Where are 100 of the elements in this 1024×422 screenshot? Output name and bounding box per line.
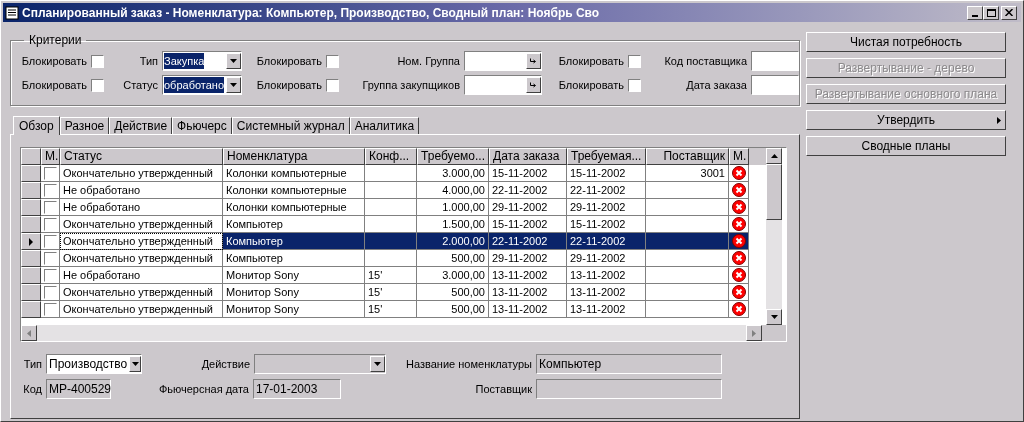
- field-label: Поставщик: [475, 381, 532, 397]
- row-header[interactable]: [21, 267, 41, 284]
- window-title: Спланированный заказ - Номенклатура: Компьютер, Производство, Сводный план: Ноябрь Сво: [22, 4, 601, 22]
- minimize-button[interactable]: [967, 5, 983, 20]
- checkbox[interactable]: [91, 54, 104, 68]
- table-cell: [365, 250, 417, 267]
- scroll-left-icon: [27, 329, 31, 337]
- field-label: Тип: [23, 356, 42, 372]
- scroll-thumb[interactable]: [766, 164, 782, 220]
- table-cell: Окончательно утвержденный: [60, 233, 223, 250]
- table-cell: Колонки компьютерные: [223, 199, 365, 216]
- checkbox[interactable]: [326, 78, 339, 92]
- table-cell: [365, 182, 417, 199]
- close-button[interactable]: [1001, 5, 1017, 20]
- table-cell: 29-11-2002: [489, 199, 567, 216]
- tab[interactable]: Аналитика: [349, 117, 420, 134]
- column-header[interactable]: Дата заказа: [489, 148, 567, 165]
- table-cell: 15-11-2002: [489, 165, 567, 182]
- column-header[interactable]: M.: [729, 148, 749, 165]
- input-field: Компьютер: [536, 354, 722, 374]
- dropdown-field[interactable]: обработано: [162, 75, 242, 95]
- table-cell: 29-11-2002: [489, 250, 567, 267]
- scroll-up-icon: [770, 154, 778, 158]
- table-cell: Компьютер: [223, 250, 365, 267]
- tab[interactable]: Фьючерс: [172, 117, 232, 134]
- column-header[interactable]: Требуемая...: [567, 148, 646, 165]
- tab[interactable]: Разное: [59, 117, 110, 134]
- input-field[interactable]: [751, 75, 799, 95]
- scroll-down-icon: [770, 315, 778, 319]
- lookup-button[interactable]: [526, 53, 541, 69]
- dropdown-button[interactable]: [129, 356, 141, 372]
- caret-icon: [230, 83, 237, 87]
- lookup-button[interactable]: [526, 77, 541, 93]
- close-icon: [1005, 9, 1013, 16]
- scroll-right-icon: [752, 329, 756, 337]
- action-button[interactable]: Утвердить: [806, 110, 1006, 130]
- field-label: Тип: [139, 53, 158, 69]
- dropdown-button[interactable]: [370, 356, 385, 372]
- table-cell: Монитор Sony: [223, 301, 365, 318]
- input-field[interactable]: [751, 51, 799, 71]
- vertical-scrollbar[interactable]: [766, 148, 782, 325]
- dropdown-field[interactable]: Закупка: [162, 51, 242, 71]
- field-label: Блокировать: [256, 77, 322, 93]
- row-header[interactable]: [21, 199, 41, 216]
- checkbox[interactable]: [326, 54, 339, 68]
- column-header[interactable]: Номенклатура: [223, 148, 365, 165]
- row-header[interactable]: [21, 165, 41, 182]
- action-button[interactable]: Сводные планы: [806, 136, 1006, 156]
- column-header[interactable]: Статус: [60, 148, 223, 165]
- input-field: 17-01-2003: [253, 379, 341, 399]
- table-cell: Окончательно утвержденный: [60, 301, 223, 318]
- field-label: Блокировать: [558, 77, 624, 93]
- dropdown-field[interactable]: [254, 354, 386, 374]
- tab[interactable]: Обзор: [13, 116, 60, 135]
- table-cell: 4.000,00: [417, 182, 489, 199]
- checkbox[interactable]: [628, 54, 641, 68]
- row-header[interactable]: [21, 284, 41, 301]
- dropdown-field[interactable]: Производство: [46, 354, 142, 374]
- column-header[interactable]: M.: [41, 148, 60, 165]
- row-header[interactable]: [21, 301, 41, 318]
- table-cell: 13-11-2002: [489, 284, 567, 301]
- field-label: Фьючерсная дата: [158, 381, 249, 397]
- row-header[interactable]: [21, 216, 41, 233]
- column-header[interactable]: Конф...: [365, 148, 417, 165]
- table-cell: 29-11-2002: [567, 250, 646, 267]
- tab[interactable]: Действие: [109, 117, 173, 134]
- table-cell: 22-11-2002: [489, 233, 567, 250]
- horizontal-scrollbar[interactable]: [21, 325, 762, 341]
- row-header[interactable]: [21, 182, 41, 199]
- submenu-arrow-icon: [997, 116, 1001, 124]
- field-label: Ном. Группа: [397, 53, 460, 69]
- dropdown-button[interactable]: [226, 77, 241, 93]
- group-title: Критерии: [28, 32, 83, 49]
- row-header[interactable]: [21, 250, 41, 267]
- tab[interactable]: Системный журнал: [231, 117, 350, 134]
- table-cell: 13-11-2002: [567, 284, 646, 301]
- action-button[interactable]: Чистая потребность: [806, 32, 1006, 52]
- column-header[interactable]: Поставщик: [646, 148, 729, 165]
- column-header[interactable]: Требуемо...: [417, 148, 489, 165]
- lookup-field[interactable]: [464, 75, 542, 95]
- table-cell: 29-11-2002: [567, 199, 646, 216]
- table-cell: 15-11-2002: [489, 216, 567, 233]
- table-cell: Компьютер: [223, 233, 365, 250]
- checkbox[interactable]: [628, 78, 641, 92]
- maximize-button[interactable]: [983, 5, 999, 20]
- row-header[interactable]: [21, 233, 41, 250]
- table-cell: 13-11-2002: [567, 301, 646, 318]
- table-cell: 3.000,00: [417, 165, 489, 182]
- field-label: Блокировать: [558, 53, 624, 69]
- table-cell: Компьютер: [223, 216, 365, 233]
- table-cell: Не обработано: [60, 182, 223, 199]
- form-icon: [5, 5, 19, 20]
- table-cell: Окончательно утвержденный: [60, 216, 223, 233]
- table-cell: 22-11-2002: [567, 182, 646, 199]
- checkbox[interactable]: [91, 78, 104, 92]
- table-cell: [365, 216, 417, 233]
- table-cell: 13-11-2002: [567, 267, 646, 284]
- table-cell: 500,00: [417, 284, 489, 301]
- dropdown-button[interactable]: [226, 53, 241, 69]
- lookup-field[interactable]: [464, 51, 542, 71]
